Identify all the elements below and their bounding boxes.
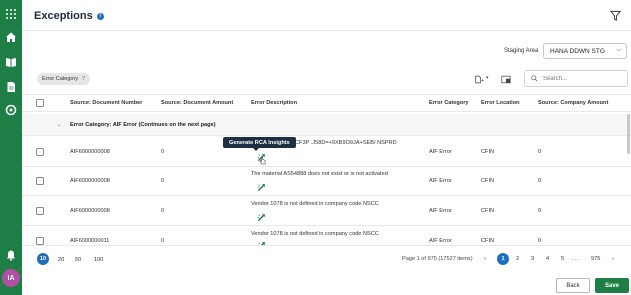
doc-amount-cell: 0 bbox=[161, 177, 165, 184]
row-checkbox[interactable] bbox=[36, 237, 44, 245]
doc-amount-cell: 0 bbox=[161, 207, 165, 214]
error-location-cell: CFIN bbox=[481, 207, 495, 214]
search-icon bbox=[531, 75, 538, 82]
document-icon[interactable] bbox=[5, 81, 17, 93]
page-number[interactable]: 975 bbox=[591, 256, 600, 262]
main-content: Exceptions i Staging Area HANA DDWN STG … bbox=[22, 0, 631, 295]
info-icon[interactable]: i bbox=[96, 12, 104, 20]
error-category-cell: AIF Error bbox=[429, 148, 452, 155]
nav-rail: IA bbox=[0, 0, 22, 295]
error-description-cell: The material AS54888 does not exist or i… bbox=[251, 171, 388, 177]
tooltip-arrow bbox=[253, 148, 259, 151]
home-icon[interactable] bbox=[5, 31, 17, 43]
column-header[interactable]: Source: Document Number bbox=[70, 95, 142, 111]
table-row[interactable]: AIF6000000011 0 Vendor 1078 is not defin… bbox=[22, 226, 631, 245]
page-size-option[interactable]: 10 bbox=[37, 253, 49, 265]
column-header[interactable]: Error Description bbox=[251, 95, 297, 111]
doc-number-cell: AIF6000000011 bbox=[70, 238, 110, 244]
page-number[interactable]: 2 bbox=[516, 256, 519, 262]
error-location-cell: CFIN bbox=[481, 177, 495, 184]
table-row[interactable]: AIF6000000008 0 CF3P .J58D=+9XB9O9JA+SEB… bbox=[22, 137, 631, 167]
chevron-down-icon[interactable]: ⌄ bbox=[57, 114, 62, 135]
row-checkbox[interactable] bbox=[36, 147, 44, 156]
page-size-option[interactable]: 50 bbox=[75, 255, 81, 264]
page-title-text: Exceptions bbox=[34, 10, 93, 22]
doc-number-cell: AIF6000000008 bbox=[70, 148, 110, 155]
page-number[interactable]: 5 bbox=[561, 256, 564, 262]
bell-icon[interactable] bbox=[5, 249, 17, 261]
hand-cursor-icon bbox=[259, 156, 266, 165]
rca-insights-icon[interactable] bbox=[257, 213, 266, 222]
error-category-cell: AIF Error bbox=[429, 177, 452, 184]
save-button[interactable]: Save bbox=[595, 278, 629, 293]
select-all-checkbox[interactable] bbox=[36, 99, 44, 107]
error-location-cell: CFIN bbox=[481, 238, 495, 244]
staging-area-select[interactable]: HANA DDWN STG ⌵ bbox=[543, 43, 627, 59]
export-chevron-icon[interactable]: ▾ bbox=[486, 75, 489, 81]
error-category-cell: AIF Error bbox=[429, 207, 452, 214]
doc-number-cell: AIF6000000008 bbox=[70, 177, 110, 184]
table-scrollbar[interactable] bbox=[627, 114, 630, 154]
doc-amount-cell: 0 bbox=[161, 238, 165, 244]
error-description-cell: Vendor 1078 is not defined in company co… bbox=[251, 231, 379, 237]
company-amount-cell: 0 bbox=[538, 207, 542, 214]
search-field[interactable] bbox=[524, 70, 628, 87]
page-number[interactable]: 4 bbox=[546, 256, 549, 262]
table-header: Source: Document Number Source: Document… bbox=[22, 94, 631, 112]
table-row[interactable]: AIF6000000008 0 Vendor 1078 is not defin… bbox=[22, 196, 631, 226]
doc-amount-cell: 0 bbox=[161, 148, 165, 155]
company-amount-cell: 0 bbox=[538, 148, 542, 155]
page-number[interactable]: 3 bbox=[531, 256, 534, 262]
staging-area-value: HANA DDWN STG bbox=[550, 47, 605, 55]
filter-chip-count: 7 bbox=[82, 76, 86, 82]
column-settings-icon[interactable] bbox=[501, 75, 511, 84]
staging-area-label: Staging Area bbox=[504, 48, 539, 54]
column-header[interactable]: Error Category bbox=[429, 95, 468, 111]
row-checkbox[interactable] bbox=[36, 206, 44, 215]
page-title: Exceptions i bbox=[34, 10, 104, 22]
filter-chip[interactable]: Error Category 7 bbox=[37, 73, 91, 85]
rca-insights-icon[interactable] bbox=[257, 183, 266, 192]
filter-chip-label: Error Category bbox=[42, 76, 79, 82]
page-ellipsis: . . . bbox=[572, 256, 580, 262]
back-button[interactable]: Back bbox=[556, 278, 590, 293]
doc-number-cell: AIF6000000008 bbox=[70, 207, 110, 214]
user-avatar[interactable]: IA bbox=[2, 269, 20, 287]
table-row[interactable]: AIF6000000008 0 The material AS54888 doe… bbox=[22, 166, 631, 196]
apps-grid-icon[interactable] bbox=[5, 8, 17, 20]
group-row[interactable]: ⌄ Error Category: AIF Error (Continues o… bbox=[22, 114, 631, 136]
export-icon[interactable] bbox=[474, 75, 484, 84]
company-amount-cell: 0 bbox=[538, 177, 542, 184]
page-number[interactable]: 1 bbox=[497, 253, 509, 265]
pagination-info: Page 1 of 975 (17527 items) bbox=[402, 256, 473, 262]
pagination-bar bbox=[22, 245, 631, 272]
column-header[interactable]: Source: Company Amount bbox=[538, 95, 608, 111]
next-page-icon[interactable]: › bbox=[612, 256, 614, 262]
page-size-option[interactable]: 20 bbox=[58, 255, 64, 264]
search-input[interactable] bbox=[543, 75, 623, 82]
column-header[interactable]: Error Location bbox=[481, 95, 520, 111]
error-category-cell: AIF Error bbox=[429, 238, 452, 244]
error-description-cell: Vendor 1078 is not defined in company co… bbox=[251, 201, 379, 207]
company-amount-cell: 0 bbox=[538, 238, 542, 244]
filter-icon[interactable] bbox=[610, 10, 621, 21]
rca-tooltip: Generate RCA Insights bbox=[223, 137, 296, 151]
row-checkbox[interactable] bbox=[36, 176, 44, 185]
chevron-down-icon: ⌵ bbox=[616, 47, 621, 53]
book-icon[interactable] bbox=[5, 56, 17, 68]
settings-icon[interactable] bbox=[5, 104, 17, 116]
column-header[interactable]: Source: Document Amount bbox=[161, 95, 233, 111]
group-label: Error Category: AIF Error (Continues on … bbox=[70, 121, 216, 128]
error-location-cell: CFIN bbox=[481, 148, 495, 155]
header-divider bbox=[22, 30, 631, 31]
error-description-cell: CF3P .J58D=+9XB9O9JA+SEB/ NSPRD bbox=[295, 140, 397, 146]
page-size-option[interactable]: 100 bbox=[94, 255, 103, 264]
tooltip-text: Generate RCA Insights bbox=[229, 139, 290, 146]
prev-page-icon[interactable]: ‹ bbox=[484, 256, 486, 262]
